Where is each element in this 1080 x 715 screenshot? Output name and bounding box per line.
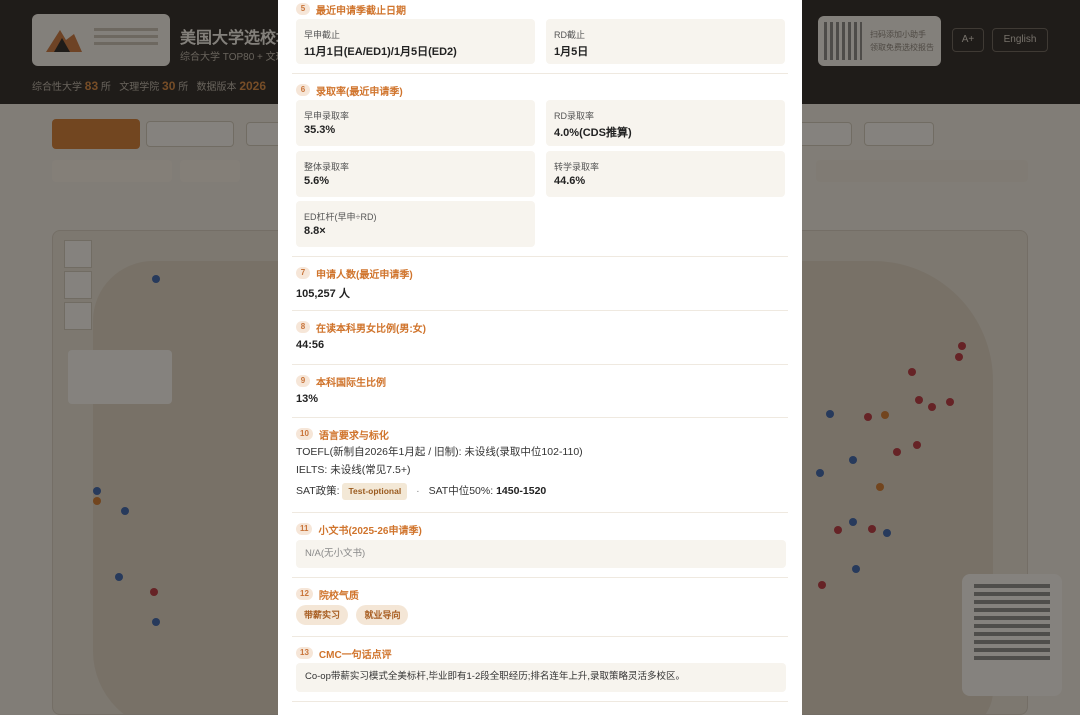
ielts-requirement: IELTS: 未设线(常见7.5+) [296, 464, 411, 476]
section-number: 10 [296, 428, 313, 440]
section-title: CMC一句话点评 [318, 649, 392, 661]
section-title: 本科国际生比例 [316, 377, 386, 389]
divider [292, 73, 788, 74]
section-gender-ratio: 8 在读本科男女比例(男:女) 44:56 [296, 319, 786, 351]
divider [292, 577, 788, 578]
info-card-rd-deadline: RD截止 1月5日 [546, 19, 785, 64]
section-number: 9 [296, 375, 310, 387]
divider [292, 512, 788, 513]
info-card-ed-leverage: ED杠杆(早申÷RD) 8.8× [296, 201, 535, 247]
divider [292, 310, 788, 311]
section-supplements: 11 小文书(2025-26申请季) [296, 521, 786, 537]
section-cmc-review: 13 CMC一句话点评 [296, 645, 786, 661]
section-number: 11 [296, 523, 313, 535]
info-card-early-rate: 早申录取率 35.3% [296, 100, 535, 146]
section-language-testing: 10 语言要求与标化 TOEFL(新制自2026年1月起 / 旧制): 未设线(… [296, 426, 786, 500]
section-number: 6 [296, 84, 310, 96]
section-title: 院校气质 [318, 590, 359, 602]
section-title: 语言要求与标化 [318, 430, 389, 442]
section-title: 录取率(最近申请季) [316, 86, 403, 98]
section-number: 7 [296, 267, 310, 279]
vibe-tag: 带薪实习 [296, 605, 349, 625]
applicant-count: 105,257 人 [296, 288, 350, 300]
cmc-review-text: Co-op带薪实习模式全美标杆,毕业即有1-2段全职经历;排名连年上升,录取策略… [296, 663, 786, 692]
section-number: 8 [296, 321, 310, 333]
info-card-early-deadline: 早申截止 11月1日(EA/ED1)/1月5日(ED2) [296, 19, 535, 64]
vibe-tag: 就业导向 [356, 605, 409, 625]
divider [292, 364, 788, 365]
section-admit-rates: 6 录取率(最近申请季) [296, 82, 786, 98]
section-intl-ratio: 9 本科国际生比例 13% [296, 373, 786, 405]
sat-policy-row: SAT政策: Test-optional · SAT中位50%: 1450-15… [296, 482, 786, 500]
gender-ratio-value: 44:56 [296, 339, 325, 351]
section-number: 5 [296, 3, 310, 15]
info-card-overall-rate: 整体录取率 5.6% [296, 151, 535, 197]
toefl-requirement: TOEFL(新制自2026年1月起 / 旧制): 未设线(录取中位102-110… [296, 446, 583, 458]
divider [292, 256, 788, 257]
section-title: 申请人数(最近申请季) [316, 269, 413, 281]
divider [292, 636, 788, 637]
divider [292, 417, 788, 418]
section-applicants: 7 申请人数(最近申请季) 105,257 人 [296, 265, 786, 301]
sat-mid-range: 1450-1520 [496, 485, 547, 497]
section-title: 小文书(2025-26申请季) [318, 525, 422, 537]
section-deadlines: 5 最近申请季截止日期 [296, 1, 786, 17]
info-card-rd-rate: RD录取率 4.0%(CDS推算) [546, 100, 785, 146]
section-title: 在读本科男女比例(男:女) [316, 323, 426, 335]
section-school-vibe: 12 院校气质 带薪实习 就业导向 [296, 586, 786, 625]
supplement-note: N/A(无小文书) [296, 540, 786, 568]
test-optional-badge: Test-optional [342, 482, 408, 500]
intl-ratio-value: 13% [296, 393, 319, 405]
section-title: 最近申请季截止日期 [316, 5, 406, 17]
info-card-transfer-rate: 转学录取率 44.6% [546, 151, 785, 197]
divider [292, 701, 788, 702]
section-number: 12 [296, 588, 313, 600]
school-detail-modal: 5 最近申请季截止日期 早申截止 11月1日(EA/ED1)/1月5日(ED2)… [278, 0, 802, 715]
section-number: 13 [296, 647, 313, 659]
